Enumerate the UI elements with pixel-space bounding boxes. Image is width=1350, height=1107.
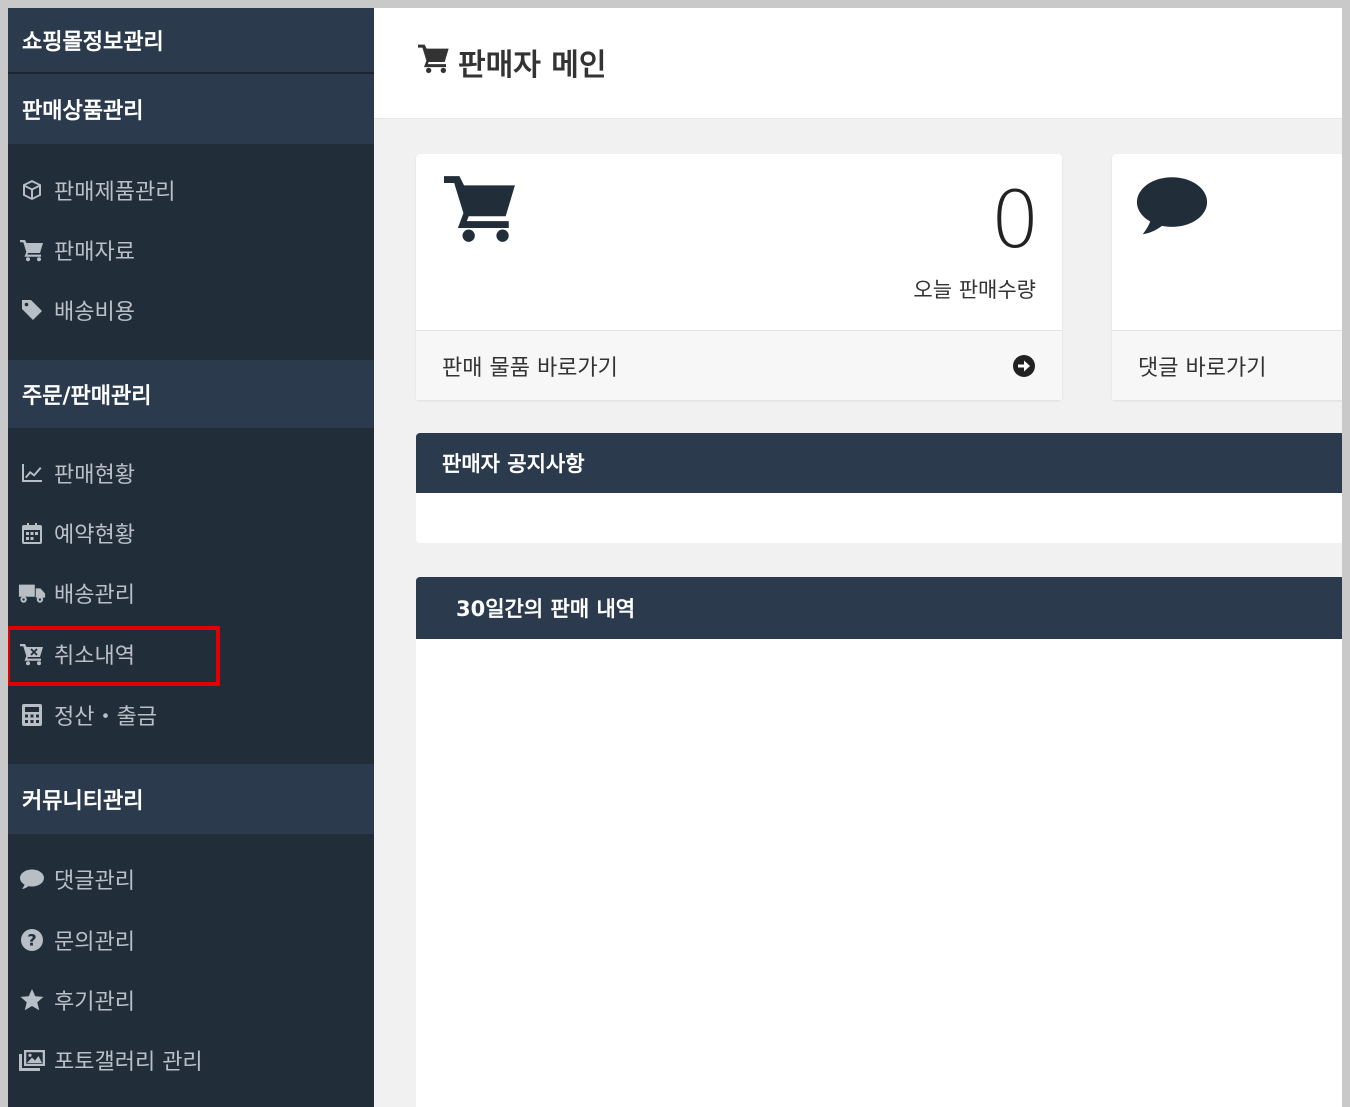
line-chart-icon	[18, 459, 46, 487]
sales-items-link[interactable]: 판매 물품 바로가기	[416, 330, 1062, 400]
cart-icon	[18, 236, 46, 264]
sidebar-item-label: 후기관리	[54, 990, 135, 1015]
sidebar-item-label: 취소내역	[54, 644, 135, 669]
sidebar-item-label: 정산・출금	[54, 705, 157, 730]
sidebar-item-cancellation-history[interactable]: 취소내역	[8, 626, 374, 682]
cart-icon	[440, 170, 522, 248]
sidebar-item-label: 판매현황	[54, 463, 135, 488]
sidebar: 쇼핑몰정보관리 판매상품관리 판매제품관리 판매자료 배송비용 주문/판매관리	[8, 8, 374, 1107]
comments-link-label: 댓글 바로가기	[1138, 355, 1267, 381]
sidebar-item-label: 배송관리	[54, 583, 135, 608]
sidebar-item-label: 배송비용	[54, 300, 135, 325]
sales-history-panel: 30일간의 판매 내역	[416, 577, 1342, 1107]
sidebar-item-photo-gallery[interactable]: 포토갤러리 관리	[8, 1032, 374, 1088]
cart-icon	[416, 42, 458, 82]
sidebar-section-community[interactable]: 커뮤니티관리	[8, 764, 374, 834]
photo-icon	[18, 1046, 46, 1074]
sidebar-section-shop-info[interactable]: 쇼핑몰정보관리	[8, 8, 374, 74]
sidebar-item-label: 문의관리	[54, 930, 135, 955]
page-title-text: 판매자 메인	[458, 48, 607, 83]
sidebar-item-delivery-management[interactable]: 배송관리	[8, 565, 374, 621]
section-label: 판매상품관리	[22, 99, 144, 124]
sales-card: 0 오늘 판매수량 판매 물품 바로가기	[416, 154, 1062, 400]
comment-icon	[1134, 172, 1210, 242]
today-sales-label: 오늘 판매수량	[913, 278, 1036, 302]
main-header: 판매자 메인	[374, 8, 1342, 119]
sidebar-item-inquiry-management[interactable]: ? 문의관리	[8, 912, 374, 968]
sidebar-item-reservation-status[interactable]: 예약현황	[8, 505, 374, 561]
page-title: 판매자 메인	[416, 40, 606, 84]
comment-icon	[18, 865, 46, 893]
sidebar-item-label: 판매자료	[54, 240, 135, 265]
sidebar-item-review-management[interactable]: 후기관리	[8, 972, 374, 1028]
sidebar-section-orders[interactable]: 주문/판매관리	[8, 360, 374, 428]
sidebar-item-settlement-withdrawal[interactable]: 정산・출금	[8, 687, 374, 743]
sidebar-item-sales-status[interactable]: 판매현황	[8, 445, 374, 501]
sidebar-section-products[interactable]: 판매상품관리	[8, 74, 374, 144]
comments-link[interactable]: 댓글 바로가기	[1112, 330, 1342, 400]
star-icon	[18, 986, 46, 1014]
sidebar-item-sales-data[interactable]: 판매자료	[8, 222, 374, 278]
sales-history-header: 30일간의 판매 내역	[416, 577, 1342, 639]
section-label: 주문/판매관리	[22, 384, 152, 409]
sidebar-item-label: 포토갤러리 관리	[54, 1050, 203, 1075]
cart-cancel-icon	[18, 640, 46, 668]
sidebar-item-label: 댓글관리	[54, 869, 135, 894]
svg-text:?: ?	[27, 931, 36, 950]
calculator-icon	[18, 701, 46, 729]
sidebar-item-shipping-cost[interactable]: 배송비용	[8, 282, 374, 338]
comment-card: 댓글 바로가기	[1112, 154, 1342, 400]
notice-panel-title: 판매자 공지사항	[442, 452, 585, 476]
notice-panel-header: 판매자 공지사항	[416, 433, 1342, 493]
calendar-icon	[18, 519, 46, 547]
cube-icon	[18, 176, 46, 204]
tag-icon	[18, 296, 46, 324]
sidebar-item-product-management[interactable]: 판매제품관리	[8, 162, 374, 218]
truck-icon	[18, 579, 46, 607]
sidebar-item-label: 판매제품관리	[54, 180, 176, 205]
notice-panel: 판매자 공지사항	[416, 433, 1342, 543]
sales-items-link-label: 판매 물품 바로가기	[442, 355, 618, 381]
section-label: 커뮤니티관리	[22, 789, 144, 814]
sidebar-item-comment-management[interactable]: 댓글관리	[8, 851, 374, 907]
arrow-circle-right-icon	[1012, 354, 1036, 384]
sidebar-item-label: 예약현황	[54, 523, 135, 548]
today-sales-count: 0	[990, 176, 1040, 266]
app-frame: 쇼핑몰정보관리 판매상품관리 판매제품관리 판매자료 배송비용 주문/판매관리	[0, 0, 1350, 1107]
question-icon: ?	[18, 926, 46, 954]
sales-history-title: 30일간의 판매 내역	[456, 597, 636, 621]
section-label: 쇼핑몰정보관리	[22, 30, 164, 55]
